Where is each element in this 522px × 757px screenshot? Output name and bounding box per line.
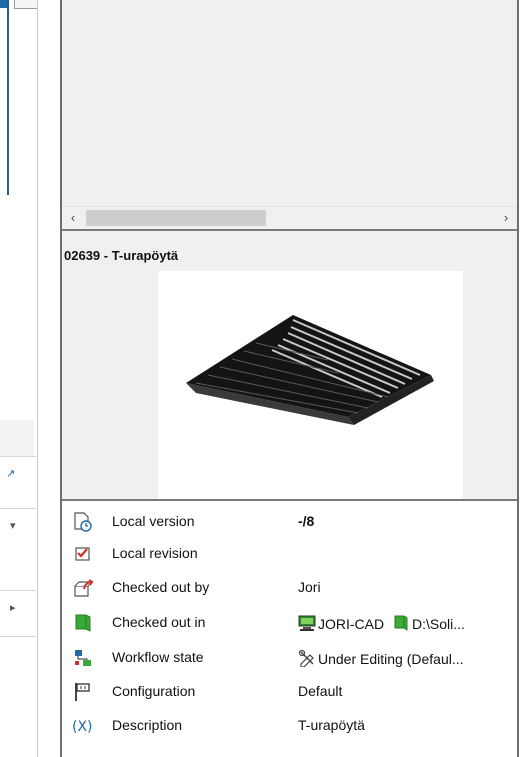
property-value: -/8: [298, 513, 315, 529]
local-version-icon: [74, 512, 92, 532]
file-title: 02639 - T-urapöytä: [64, 248, 179, 263]
property-label: Local version: [112, 513, 195, 529]
workflow-state-icon: [75, 650, 91, 666]
left-list-item[interactable]: ▸: [0, 590, 36, 625]
property-value: T-urapöytä: [298, 717, 365, 733]
scroll-right-arrow-icon[interactable]: ›: [497, 208, 515, 228]
property-row-local-revision[interactable]: Local revision: [62, 537, 517, 572]
left-divider: [37, 0, 38, 757]
scroll-left-arrow-icon[interactable]: ‹: [64, 208, 82, 228]
checked-out-in-icon: [75, 614, 91, 632]
svg-text:(X): (X): [72, 719, 93, 735]
property-label: Description: [112, 717, 183, 733]
property-value: Default: [298, 683, 343, 699]
panel-right-border: [517, 0, 519, 757]
checked-out-by-icon: [74, 579, 94, 597]
property-row-local-version[interactable]: Local version -/8: [62, 505, 517, 540]
file-details-panel: ‹ › 02639 - T-urapöytä Local version -/8…: [62, 0, 517, 757]
left-list-item[interactable]: [0, 636, 36, 671]
left-arrow-icon: ↗: [6, 468, 16, 480]
file-properties-list: Local version -/8 Local revision Checked…: [62, 501, 517, 757]
property-label: Checked out in: [112, 614, 206, 630]
property-value: Jori: [298, 579, 321, 595]
property-row-checked-out-by[interactable]: Checked out by Jori: [62, 571, 517, 606]
property-row-configuration[interactable]: Configuration Default: [62, 675, 517, 710]
description-icon: (X): [72, 719, 93, 735]
property-row-checked-out-in[interactable]: Checked out in JORI-CAD D:\Soli...: [62, 606, 517, 641]
vault-folder-icon: [394, 615, 408, 631]
computer-icon: [298, 615, 316, 631]
left-partial-pane: ↗ ▾ ▸: [0, 0, 62, 757]
workflow-state-value: Under Editing (Defaul...: [318, 651, 464, 667]
property-row-workflow-state[interactable]: Workflow state Under Editing (Defaul...: [62, 641, 517, 676]
property-label: Configuration: [112, 683, 196, 699]
configuration-icon: [75, 683, 90, 701]
scroll-thumb[interactable]: [86, 210, 266, 226]
property-value: JORI-CAD D:\Soli...: [298, 614, 465, 632]
local-path: D:\Soli...: [412, 616, 465, 632]
left-top-button[interactable]: [14, 0, 38, 9]
local-revision-icon: [75, 547, 90, 561]
left-list-item[interactable]: ▾: [0, 508, 36, 543]
horizontal-scrollbar[interactable]: ‹ ›: [62, 206, 517, 229]
file-list-area: [62, 0, 517, 206]
expand-icon: ▸: [10, 602, 16, 614]
left-toolbar-strip: [0, 420, 34, 456]
property-value: Under Editing (Defaul...: [298, 649, 464, 667]
editing-tools-icon: [298, 649, 314, 667]
computer-name: JORI-CAD: [318, 616, 385, 632]
dropdown-icon: ▾: [10, 520, 16, 532]
property-label: Checked out by: [112, 579, 210, 595]
property-label: Workflow state: [112, 649, 204, 665]
model-thumbnail: [158, 271, 463, 499]
t-slot-table-render: [186, 315, 434, 425]
property-label: Local revision: [112, 545, 198, 561]
preview-pane: 02639 - T-urapöytä: [62, 231, 517, 499]
left-edge-accent: [7, 0, 9, 195]
property-row-description[interactable]: (X) Description T-urapöytä: [62, 709, 517, 744]
left-list-item[interactable]: ↗: [0, 456, 36, 491]
